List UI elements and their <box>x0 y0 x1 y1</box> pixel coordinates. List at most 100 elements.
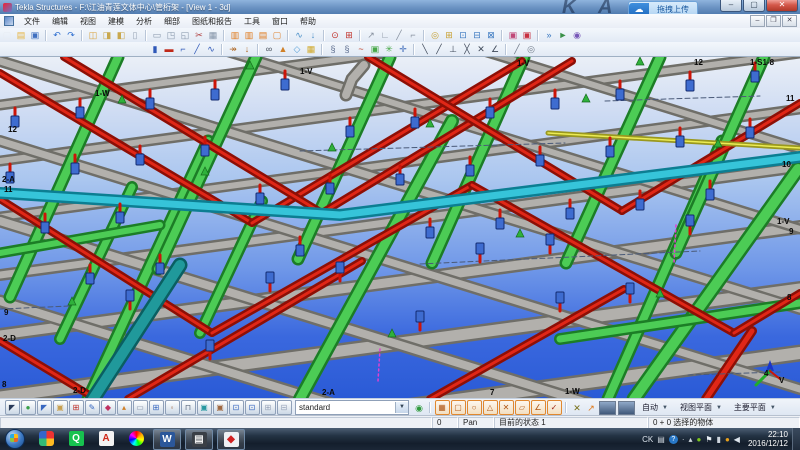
connection-plate[interactable] <box>156 263 164 274</box>
connection-plate[interactable] <box>211 89 219 100</box>
connection-plate[interactable] <box>551 98 559 109</box>
menu-图纸和报告[interactable]: 图纸和报告 <box>186 16 238 27</box>
report-icon[interactable]: ⊠ <box>485 29 497 41</box>
create-twin-profile-icon[interactable]: ↠ <box>227 43 239 55</box>
drawing-list-icon[interactable]: ▥ <box>229 29 241 41</box>
show-hidden-icon[interactable]: ▴ <box>689 435 693 444</box>
drawing-open-icon[interactable]: ▥ <box>243 29 255 41</box>
bolt-icon[interactable]: § <box>327 43 339 55</box>
snap-free-icon[interactable]: ╱ <box>511 43 523 55</box>
show-desktop-button[interactable] <box>792 428 800 450</box>
angle-icon[interactable]: ∟ <box>379 29 391 41</box>
drawing-doc-icon[interactable]: ▢ <box>271 29 283 41</box>
connection-plate[interactable] <box>546 234 554 245</box>
select-rect-icon[interactable]: ▭ <box>151 29 163 41</box>
connection-plate[interactable] <box>256 193 264 204</box>
zoom-tool-icon[interactable]: ◎ <box>429 29 441 41</box>
snap-circle-icon[interactable]: ○ <box>467 400 482 415</box>
connection-plate[interactable] <box>136 154 144 165</box>
create-beam-icon[interactable]: ▬ <box>163 43 175 55</box>
part-green-icon[interactable]: ▣ <box>369 43 381 55</box>
connection-plate[interactable] <box>566 208 574 219</box>
connection-plate[interactable] <box>416 311 424 322</box>
connection-plate[interactable] <box>296 245 304 256</box>
connection-plate[interactable] <box>266 272 274 283</box>
weld-icon[interactable]: ~ <box>355 43 367 55</box>
select-objects-in-assemblies-icon[interactable]: ⊡ <box>245 400 260 415</box>
snap-ref-lines-icon[interactable]: ▢ <box>451 400 466 415</box>
help-icon[interactable]: ? <box>669 435 678 444</box>
connection-plate[interactable] <box>346 126 354 137</box>
connection-plate[interactable] <box>426 227 434 238</box>
connection-plate[interactable] <box>486 107 494 118</box>
app-iqiyi-taskbar-button[interactable]: Q <box>63 429 89 448</box>
snap-nearest-icon[interactable]: ✕ <box>475 43 487 55</box>
transport-icon[interactable]: ◇ <box>291 43 303 55</box>
menu-细部[interactable]: 细部 <box>158 16 186 27</box>
globe-icon[interactable]: ◉ <box>571 29 583 41</box>
keyboard-icon[interactable]: ▤ <box>657 435 665 444</box>
snap-confirm-icon[interactable]: ✓ <box>547 400 562 415</box>
connection-plate[interactable] <box>126 290 134 301</box>
select-people-icon[interactable]: ▴ <box>117 400 132 415</box>
volume-icon[interactable]: ◀ <box>734 435 740 444</box>
snap-origin-icon[interactable]: ◎ <box>525 43 537 55</box>
usb-icon[interactable]: · <box>682 435 685 444</box>
create-spiral-beam-icon[interactable]: ∿ <box>205 43 217 55</box>
rotation-mode-dropdown[interactable]: 自动▼ <box>638 401 672 414</box>
connection-plate[interactable] <box>466 165 474 176</box>
select-components-icon[interactable]: ● <box>21 400 36 415</box>
component-combobox[interactable]: standard ▼ <box>295 400 409 415</box>
copy-icon[interactable]: ◨ <box>101 29 113 41</box>
create-box-icon[interactable]: ▦ <box>305 43 317 55</box>
language-indicator[interactable]: CK <box>642 435 653 444</box>
snap-intersection-icon[interactable]: ╳ <box>461 43 473 55</box>
battery-icon[interactable]: ▮ <box>717 435 721 444</box>
cut-icon[interactable]: ✂ <box>193 29 205 41</box>
file-open-icon[interactable]: ▤ <box>15 29 27 41</box>
snap-perpendicular-icon[interactable]: ⊥ <box>447 43 459 55</box>
connection-plate[interactable] <box>116 212 124 223</box>
connection-plate[interactable] <box>86 273 94 284</box>
connection-plate[interactable] <box>676 136 684 147</box>
select-grids-icon[interactable]: ⊞ <box>69 400 84 415</box>
snap-cross-icon[interactable]: ✕ <box>499 400 514 415</box>
connection-plate[interactable] <box>751 71 759 82</box>
inquire-icon[interactable]: ∞ <box>263 43 275 55</box>
menu-编辑[interactable]: 编辑 <box>46 16 74 27</box>
connection-plate[interactable] <box>686 80 694 91</box>
app-tekla-taskbar-button[interactable]: ◆ <box>217 429 245 450</box>
grid-tool-icon[interactable]: ⊞ <box>343 29 355 41</box>
arc-tool-icon[interactable]: ⌐ <box>407 29 419 41</box>
connection-plate[interactable] <box>76 107 84 118</box>
connection-plate[interactable] <box>686 215 694 226</box>
snap-triangle-icon[interactable]: △ <box>483 400 498 415</box>
close-button[interactable]: ✕ <box>766 0 798 12</box>
macro-icon[interactable]: ▣ <box>521 29 533 41</box>
select-surfaces-icon[interactable]: ▣ <box>53 400 68 415</box>
redo-icon[interactable]: ↷ <box>65 29 77 41</box>
select-frames-icon[interactable]: ▭ <box>133 400 148 415</box>
phase-icon[interactable]: ⊙ <box>329 29 341 41</box>
select-clamps-icon[interactable]: ⊓ <box>181 400 196 415</box>
taskbar-clock[interactable]: 22:10 2016/12/12 <box>748 430 788 448</box>
move-handles-icon[interactable]: ✛ <box>397 43 409 55</box>
box-select-icon[interactable]: ▦ <box>207 29 219 41</box>
app-word-taskbar-button[interactable]: W <box>153 429 181 450</box>
fly-icon[interactable]: ∿ <box>293 29 305 41</box>
select-views-icon[interactable]: ▣ <box>197 400 212 415</box>
select-all-types-icon[interactable]: ⊟ <box>277 400 292 415</box>
fly-mode-arrow-icon[interactable]: ↗ <box>585 402 597 414</box>
security-green-icon[interactable]: ● <box>697 435 702 444</box>
select-parts-icon[interactable]: ◤ <box>37 400 52 415</box>
walk-icon[interactable]: ↓ <box>307 29 319 41</box>
component-icon[interactable]: ✳ <box>383 43 395 55</box>
fast-forward-icon[interactable]: » <box>543 29 555 41</box>
select-welds-icon[interactable]: ▣ <box>213 400 228 415</box>
snap-angle-pt-icon[interactable]: ∠ <box>531 400 546 415</box>
refresh-catalog-icon[interactable]: ◉ <box>413 402 425 414</box>
select-grid-lines-icon[interactable]: ✎ <box>85 400 100 415</box>
view-thumbnail-2[interactable] <box>618 401 635 415</box>
work-plane-dropdown[interactable]: 视图平面▼ <box>676 401 726 414</box>
publish-icon[interactable]: ► <box>557 29 569 41</box>
